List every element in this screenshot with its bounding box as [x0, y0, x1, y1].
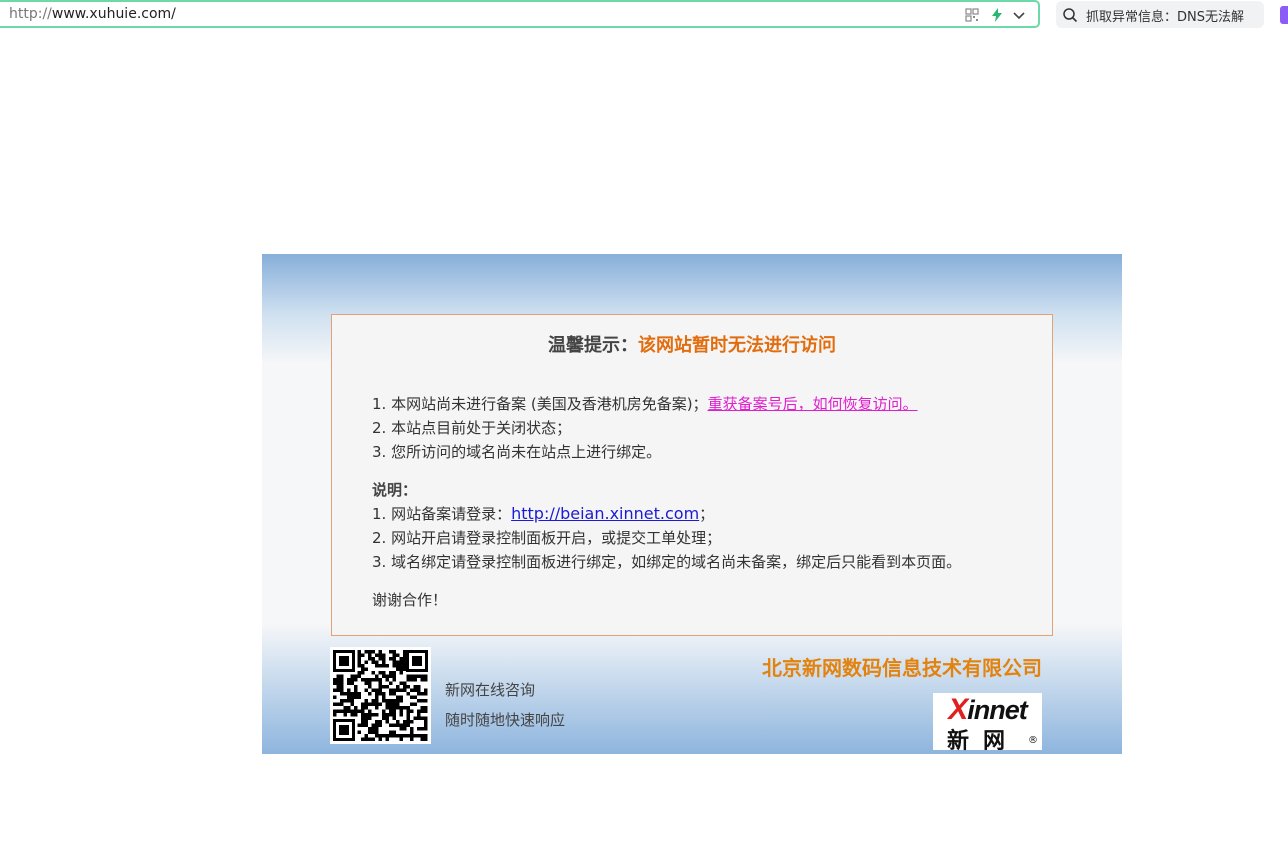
title-prefix: 温馨提示：: [548, 335, 638, 356]
consult-text: 新网在线咨询 随时随地快速响应: [445, 675, 565, 735]
xinnet-logo: Xinnet 新网 ®: [933, 693, 1042, 754]
search-text: 抓取异常信息：DNS无法解: [1086, 10, 1244, 25]
reason-3: 3. 您所访问的域名尚未在站点上进行绑定。: [372, 443, 662, 461]
qr-code-image: [330, 647, 431, 744]
url-protocol: http://: [9, 6, 52, 22]
reason-2: 2. 本站点目前处于关闭状态；: [372, 419, 572, 437]
logo-en: Xinnet: [933, 693, 1042, 727]
chevron-down-icon[interactable]: [1011, 7, 1027, 23]
logo-x: X: [948, 693, 968, 726]
title-highlight: 该网站暂时无法进行访问: [638, 335, 836, 356]
notice-container: 温馨提示：该网站暂时无法进行访问 1. 本网站尚未进行备案 (美国及香港机房免备…: [262, 254, 1122, 754]
search-icon: [1063, 8, 1078, 23]
consult-line-2: 随时随地快速响应: [445, 711, 566, 729]
explain-1: 1. 网站备案请登录：http://beian.xinnet.com；: [372, 502, 961, 526]
url-text[interactable]: http://www.xuhuie.com/: [9, 6, 176, 22]
recover-access-link[interactable]: 重获备案号后，如何恢复访问。: [708, 395, 918, 413]
explain-2: 2. 网站开启请登录控制面板开启，或提交工单处理；: [372, 529, 722, 547]
notice-lines: 1. 本网站尚未进行备案 (美国及香港机房免备案)；重获备案号后，如何恢复访问。…: [372, 392, 961, 612]
explain-1-prefix: 1. 网站备案请登录：: [372, 505, 512, 523]
logo-en-rest: innet: [967, 695, 1027, 725]
url-host: www.xuhuie.com/: [51, 6, 176, 22]
consult-line-1: 新网在线咨询: [445, 681, 536, 699]
explain-3: 3. 域名绑定请登录控制面板进行绑定，如绑定的域名尚未备案，绑定后只能看到本页面…: [372, 553, 962, 571]
logo-registered-mark: ®: [1028, 735, 1038, 746]
reason-1: 1. 本网站尚未进行备案 (美国及香港机房免备案)；重获备案号后，如何恢复访问。: [372, 392, 961, 416]
thanks-text: 谢谢合作！: [372, 591, 448, 609]
address-bar[interactable]: http://www.xuhuie.com/: [0, 0, 1040, 28]
extension-badge[interactable]: [1280, 6, 1288, 24]
reason-1-text: 1. 本网站尚未进行备案 (美国及香港机房免备案)；: [372, 395, 708, 413]
beian-link[interactable]: http://beian.xinnet.com: [511, 504, 699, 523]
company-name: 北京新网数码信息技术有限公司: [762, 656, 1042, 680]
explain-heading: 说明：: [372, 481, 418, 499]
logo-cn: 新网: [947, 729, 1020, 754]
notice-title: 温馨提示：该网站暂时无法进行访问: [332, 331, 1052, 357]
browser-toolbar: http://www.xuhuie.com/ 抓取异常信息：DNS无法解: [0, 0, 1288, 34]
notice-panel: 温馨提示：该网站暂时无法进行访问 1. 本网站尚未进行备案 (美国及香港机房免备…: [331, 314, 1053, 636]
explain-1-suffix: ；: [699, 505, 715, 523]
qr-code-icon[interactable]: [964, 7, 980, 23]
lightning-icon[interactable]: [989, 7, 1005, 23]
search-box[interactable]: 抓取异常信息：DNS无法解: [1056, 1, 1264, 28]
